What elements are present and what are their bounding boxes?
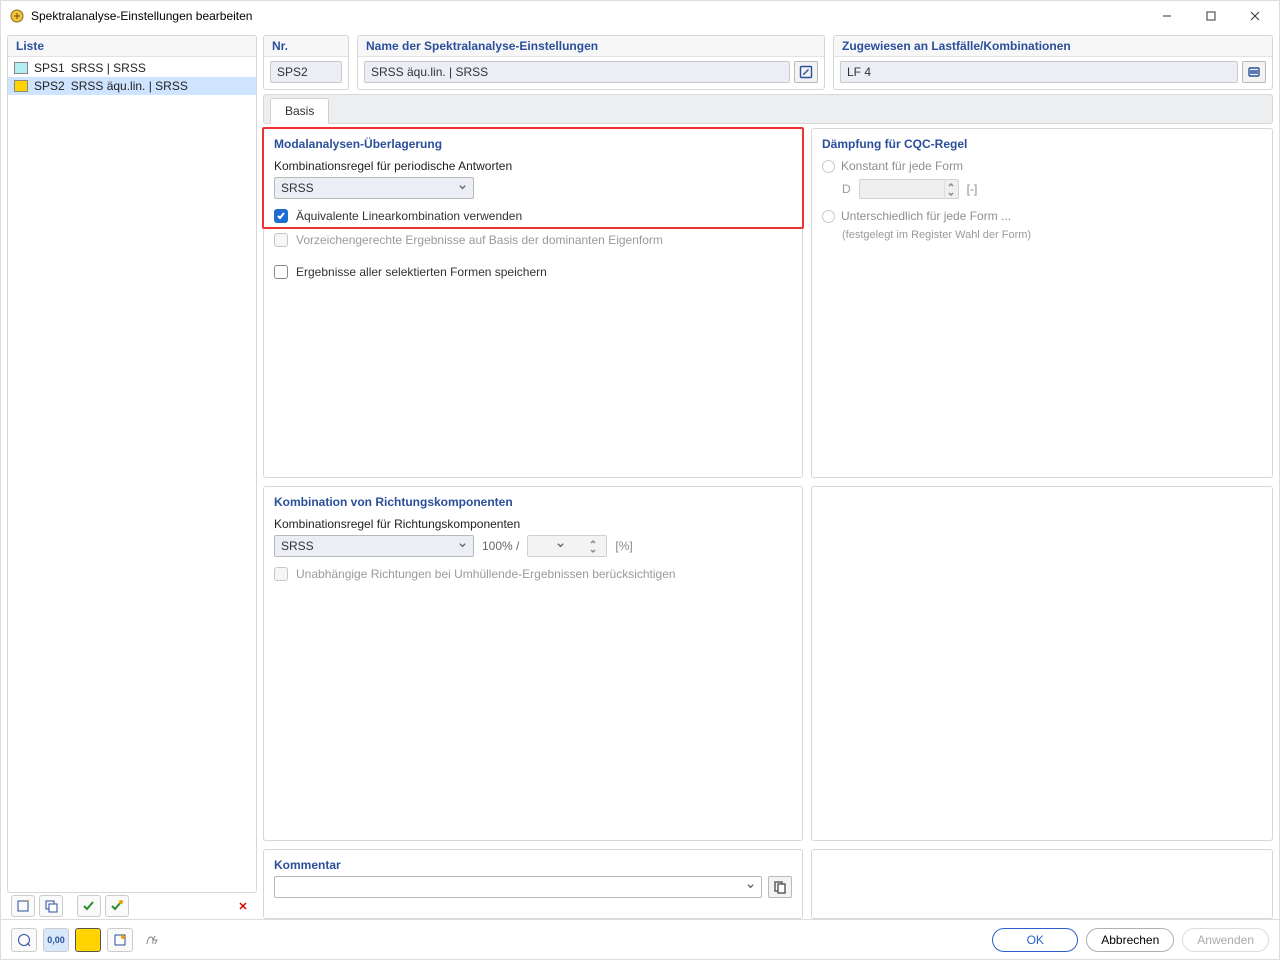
assigned-header: Zugewiesen an Lastfälle/Kombinationen: [834, 36, 1272, 57]
delete-button[interactable]: ✕: [233, 895, 253, 917]
d-label: D: [842, 182, 851, 196]
direction-rule-select[interactable]: SRSS: [274, 535, 474, 557]
chevron-down-icon: [458, 181, 467, 195]
comment-pick-button[interactable]: [768, 876, 792, 898]
list-id: SPS2: [34, 79, 65, 93]
dialog-window: Spektralanalyse-Einstellungen bearbeiten…: [0, 0, 1280, 960]
periodic-rule-label: Kombinationsregel für periodische Antwor…: [274, 159, 792, 173]
group-modal-superposition: Modalanalysen-Überlagerung Kombinationsr…: [263, 128, 803, 478]
radio-icon: [822, 210, 835, 223]
bottom-bar: 0,00 OK Abbrechen Anwenden: [1, 919, 1279, 959]
damping-constant-option[interactable]: Konstant für jede Form: [822, 159, 1262, 173]
window-title: Spektralanalyse-Einstellungen bearbeiten: [31, 9, 1145, 23]
checkbox-unchecked-icon: [274, 265, 288, 279]
assigned-input[interactable]: LF 4: [840, 61, 1238, 83]
nr-input[interactable]: SPS2: [270, 61, 342, 83]
d-unit: [-]: [967, 182, 978, 196]
uncheck-all-button[interactable]: [105, 895, 129, 917]
info-button[interactable]: [107, 928, 133, 952]
assigned-panel: Zugewiesen an Lastfälle/Kombinationen LF…: [833, 35, 1273, 90]
list-id: SPS1: [34, 61, 65, 75]
left-column: Liste SPS1 SRSS | SRSS SPS2 SRSS äqu.lin…: [7, 35, 257, 919]
direction-rule-label: Kombinationsregel für Richtungskomponent…: [274, 517, 792, 531]
equiv-linear-checkbox-row[interactable]: Äquivalente Linearkombination verwenden: [274, 209, 792, 223]
checkbox-unchecked-icon: [274, 233, 288, 247]
damping-different-note: (festgelegt im Register Wahl der Form): [842, 229, 1262, 241]
close-button[interactable]: [1233, 1, 1277, 31]
header-fields-row: Nr. SPS2 Name der Spektralanalyse-Einste…: [263, 35, 1273, 90]
assigned-details-button[interactable]: [1242, 61, 1266, 83]
function-button[interactable]: [139, 928, 165, 952]
minimize-button[interactable]: [1145, 1, 1189, 31]
list-item[interactable]: SPS1 SRSS | SRSS: [8, 59, 256, 77]
ok-button[interactable]: OK: [992, 928, 1078, 952]
list-panel: Liste SPS1 SRSS | SRSS SPS2 SRSS äqu.lin…: [7, 35, 257, 893]
apply-button[interactable]: Anwenden: [1182, 928, 1269, 952]
name-input[interactable]: SRSS äqu.lin. | SRSS: [364, 61, 790, 83]
new-button[interactable]: [11, 895, 35, 917]
list-item[interactable]: SPS2 SRSS äqu.lin. | SRSS: [8, 77, 256, 95]
group-damping: Dämpfung für CQC-Regel Konstant für jede…: [811, 128, 1273, 478]
chevron-down-icon: [556, 539, 565, 553]
list-header: Liste: [8, 36, 256, 57]
save-results-checkbox-row[interactable]: Ergebnisse aller selektierten Formen spe…: [274, 265, 792, 279]
group-empty: [811, 486, 1273, 841]
list-swatch: [14, 62, 28, 74]
pct-select: [527, 535, 607, 557]
chevron-down-icon: [746, 880, 755, 894]
checkbox-unchecked-icon: [274, 567, 288, 581]
list-label: SRSS äqu.lin. | SRSS: [71, 79, 188, 93]
spin-down-icon[interactable]: [945, 189, 958, 198]
group-title: Modalanalysen-Überlagerung: [274, 137, 792, 151]
group-directional: Kombination von Richtungskomponenten Kom…: [263, 486, 803, 841]
copy-button[interactable]: [39, 895, 63, 917]
list-swatch: [14, 80, 28, 92]
maximize-button[interactable]: [1189, 1, 1233, 31]
list-body: SPS1 SRSS | SRSS SPS2 SRSS äqu.lin. | SR…: [8, 57, 256, 892]
spinner: [586, 537, 600, 555]
units-button[interactable]: 0,00: [43, 928, 69, 952]
nr-panel: Nr. SPS2: [263, 35, 349, 90]
groups-grid: Modalanalysen-Überlagerung Kombinationsr…: [263, 128, 1273, 919]
periodic-rule-select[interactable]: SRSS: [274, 177, 474, 199]
group-empty-2: [811, 849, 1273, 919]
name-header: Name der Spektralanalyse-Einstellungen: [358, 36, 824, 57]
pct-unit: [%]: [615, 539, 632, 553]
damping-d-input[interactable]: [859, 179, 959, 199]
chevron-down-icon: [458, 539, 467, 553]
check-all-button[interactable]: [77, 895, 101, 917]
tab-basis[interactable]: Basis: [270, 98, 329, 124]
rename-button[interactable]: [794, 61, 818, 83]
checkbox-checked-icon: [274, 209, 288, 223]
comment-combo[interactable]: [274, 876, 762, 898]
spin-up-icon[interactable]: [945, 180, 958, 189]
independent-directions-checkbox-row[interactable]: Unabhängige Richtungen bei Umhüllende-Er…: [274, 567, 792, 581]
tabs-strip: Basis: [263, 94, 1273, 124]
help-button[interactable]: [11, 928, 37, 952]
content-area: Liste SPS1 SRSS | SRSS SPS2 SRSS äqu.lin…: [1, 31, 1279, 919]
group-title: Kommentar: [274, 858, 792, 872]
list-toolbar: ✕: [7, 893, 257, 919]
damping-different-option[interactable]: Unterschiedlich für jede Form ...: [822, 209, 1262, 223]
damping-d-row: D [-]: [842, 179, 1262, 199]
list-label: SRSS | SRSS: [71, 61, 146, 75]
app-icon: [9, 8, 25, 24]
titlebar: Spektralanalyse-Einstellungen bearbeiten: [1, 1, 1279, 31]
radio-icon: [822, 160, 835, 173]
nr-header: Nr.: [264, 36, 348, 57]
group-comment: Kommentar: [263, 849, 803, 919]
right-column: Nr. SPS2 Name der Spektralanalyse-Einste…: [263, 35, 1273, 919]
spinner[interactable]: [944, 180, 958, 198]
group-title: Kombination von Richtungskomponenten: [274, 495, 792, 509]
group-title: Dämpfung für CQC-Regel: [822, 137, 1262, 151]
color-button[interactable]: [75, 928, 101, 952]
cancel-button[interactable]: Abbrechen: [1086, 928, 1174, 952]
signed-results-checkbox-row[interactable]: Vorzeichengerechte Ergebnisse auf Basis …: [274, 233, 792, 247]
pct-prefix: 100% /: [482, 539, 519, 553]
name-panel: Name der Spektralanalyse-Einstellungen S…: [357, 35, 825, 90]
